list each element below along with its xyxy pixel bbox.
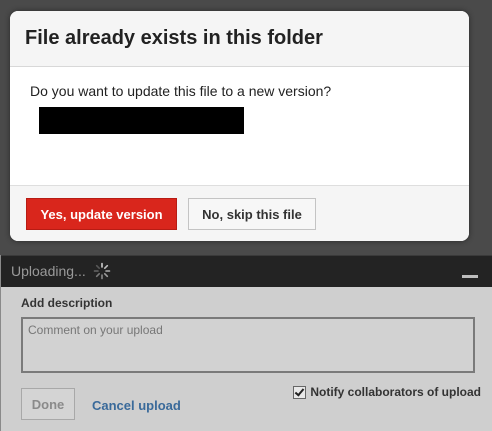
comment-input[interactable] [21, 317, 475, 373]
cancel-upload-link[interactable]: Cancel upload [92, 398, 181, 413]
add-description-label: Add description [21, 296, 113, 310]
upload-header: Uploading... [1, 255, 492, 287]
notify-option: Notify collaborators of upload [293, 385, 481, 399]
dialog-body: Do you want to update this file to a new… [10, 67, 469, 185]
notify-checkbox[interactable] [293, 385, 307, 399]
minimize-icon[interactable] [462, 275, 478, 278]
upload-panel: Uploading... Add description Done Cancel… [0, 255, 492, 431]
dialog-footer: Yes, update version No, skip this file [10, 185, 469, 241]
dialog-question: Do you want to update this file to a new… [30, 83, 332, 99]
screen: Uploading... Add description Done Cancel… [0, 0, 492, 431]
file-exists-dialog: File already exists in this folder Do yo… [10, 11, 469, 241]
redacted-filename [39, 107, 244, 134]
spinner-icon [93, 262, 111, 280]
update-version-button[interactable]: Yes, update version [26, 198, 177, 230]
notify-label: Notify collaborators of upload [310, 385, 481, 399]
upload-status: Uploading... [11, 263, 86, 279]
dialog-header: File already exists in this folder [10, 11, 469, 67]
skip-file-button[interactable]: No, skip this file [188, 198, 316, 230]
dialog-title: File already exists in this folder [25, 27, 323, 49]
done-button[interactable]: Done [21, 388, 75, 420]
